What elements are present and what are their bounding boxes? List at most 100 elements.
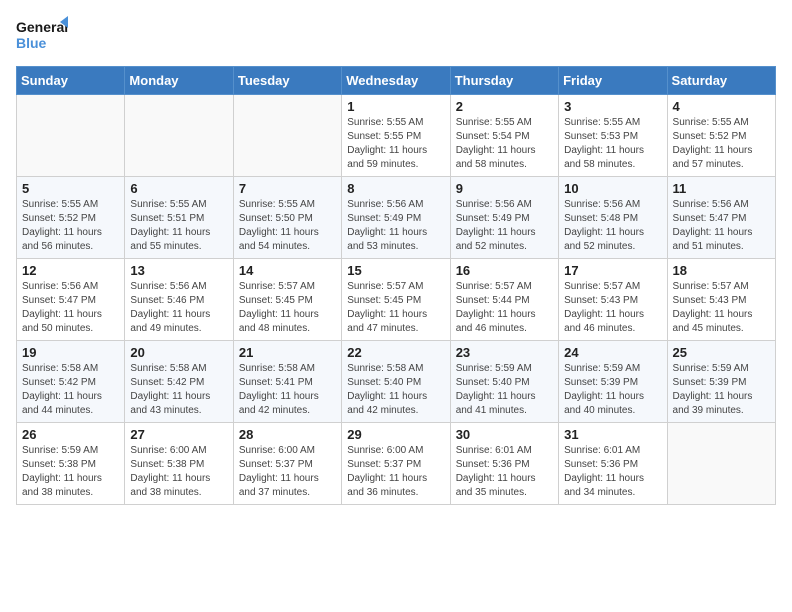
day-info: Sunrise: 5:57 AMSunset: 5:45 PMDaylight:… [347, 280, 444, 336]
day-number: 3 [564, 99, 661, 114]
day-info: Sunrise: 5:58 AMSunset: 5:40 PMDaylight:… [347, 362, 444, 418]
day-info: Sunrise: 5:55 AMSunset: 5:51 PMDaylight:… [130, 198, 227, 254]
day-info: Sunrise: 6:00 AMSunset: 5:37 PMDaylight:… [347, 444, 444, 500]
calendar-cell: 31 Sunrise: 6:01 AMSunset: 5:36 PMDayligh… [559, 423, 667, 505]
calendar-cell: 22 Sunrise: 5:58 AMSunset: 5:40 PMDayligh… [342, 341, 450, 423]
calendar-week-row: 19 Sunrise: 5:58 AMSunset: 5:42 PMDayligh… [17, 341, 776, 423]
day-number: 20 [130, 345, 227, 360]
calendar-cell: 26Sunrise: 5:59 AMSunset: 5:38 PMDayligh… [17, 423, 125, 505]
calendar-cell: 27 Sunrise: 6:00 AMSunset: 5:38 PMDayligh… [125, 423, 233, 505]
calendar-cell: 15 Sunrise: 5:57 AMSunset: 5:45 PMDayligh… [342, 259, 450, 341]
svg-text:Blue: Blue [16, 35, 47, 51]
weekday-header: Friday [559, 67, 667, 95]
day-info: Sunrise: 5:56 AMSunset: 5:48 PMDaylight:… [564, 198, 661, 254]
calendar-cell: 7Sunrise: 5:55 AMSunset: 5:50 PMDaylight… [233, 177, 341, 259]
logo: General Blue [16, 16, 68, 58]
calendar-cell: 30 Sunrise: 6:01 AMSunset: 5:36 PMDayligh… [450, 423, 558, 505]
calendar-cell: 20 Sunrise: 5:58 AMSunset: 5:42 PMDayligh… [125, 341, 233, 423]
calendar-cell: 1 Sunrise: 5:55 AMSunset: 5:55 PMDaylight… [342, 95, 450, 177]
weekday-header: Thursday [450, 67, 558, 95]
calendar-cell: 14 Sunrise: 5:57 AMSunset: 5:45 PMDayligh… [233, 259, 341, 341]
calendar-cell: 6 Sunrise: 5:55 AMSunset: 5:51 PMDaylight… [125, 177, 233, 259]
logo-svg: General Blue [16, 16, 68, 58]
weekday-header: Monday [125, 67, 233, 95]
calendar: SundayMondayTuesdayWednesdayThursdayFrid… [16, 66, 776, 505]
calendar-cell: 19 Sunrise: 5:58 AMSunset: 5:42 PMDayligh… [17, 341, 125, 423]
day-info: Sunrise: 5:57 AMSunset: 5:44 PMDaylight:… [456, 280, 553, 336]
weekday-header: Tuesday [233, 67, 341, 95]
day-number: 24 [564, 345, 661, 360]
day-number: 5 [22, 181, 119, 196]
day-number: 22 [347, 345, 444, 360]
day-number: 21 [239, 345, 336, 360]
calendar-cell: 4 Sunrise: 5:55 AMSunset: 5:52 PMDaylight… [667, 95, 775, 177]
day-info: Sunrise: 5:57 AMSunset: 5:45 PMDaylight:… [239, 280, 336, 336]
calendar-cell: 23 Sunrise: 5:59 AMSunset: 5:40 PMDayligh… [450, 341, 558, 423]
calendar-cell: 17 Sunrise: 5:57 AMSunset: 5:43 PMDayligh… [559, 259, 667, 341]
day-info: Sunrise: 5:55 AMSunset: 5:50 PMDaylight:… [239, 198, 336, 254]
calendar-week-row: 26Sunrise: 5:59 AMSunset: 5:38 PMDayligh… [17, 423, 776, 505]
calendar-cell: 9Sunrise: 5:56 AMSunset: 5:49 PMDaylight… [450, 177, 558, 259]
calendar-cell: 12 Sunrise: 5:56 AMSunset: 5:47 PMDayligh… [17, 259, 125, 341]
calendar-week-row: 5 Sunrise: 5:55 AMSunset: 5:52 PMDaylight… [17, 177, 776, 259]
day-info: Sunrise: 5:55 AMSunset: 5:52 PMDaylight:… [22, 198, 119, 254]
calendar-week-row: 1 Sunrise: 5:55 AMSunset: 5:55 PMDaylight… [17, 95, 776, 177]
day-info: Sunrise: 5:55 AMSunset: 5:54 PMDaylight:… [456, 116, 553, 172]
day-number: 6 [130, 181, 227, 196]
day-number: 12 [22, 263, 119, 278]
calendar-cell: 10 Sunrise: 5:56 AMSunset: 5:48 PMDayligh… [559, 177, 667, 259]
day-number: 1 [347, 99, 444, 114]
day-info: Sunrise: 5:57 AMSunset: 5:43 PMDaylight:… [673, 280, 770, 336]
day-info: Sunrise: 6:00 AMSunset: 5:38 PMDaylight:… [130, 444, 227, 500]
calendar-cell: 5 Sunrise: 5:55 AMSunset: 5:52 PMDaylight… [17, 177, 125, 259]
day-info: Sunrise: 5:59 AMSunset: 5:40 PMDaylight:… [456, 362, 553, 418]
day-info: Sunrise: 5:57 AMSunset: 5:43 PMDaylight:… [564, 280, 661, 336]
svg-text:General: General [16, 19, 68, 35]
day-number: 27 [130, 427, 227, 442]
day-info: Sunrise: 5:58 AMSunset: 5:42 PMDaylight:… [130, 362, 227, 418]
calendar-cell [125, 95, 233, 177]
day-number: 15 [347, 263, 444, 278]
day-number: 16 [456, 263, 553, 278]
day-info: Sunrise: 5:55 AMSunset: 5:52 PMDaylight:… [673, 116, 770, 172]
day-number: 30 [456, 427, 553, 442]
day-info: Sunrise: 5:59 AMSunset: 5:39 PMDaylight:… [673, 362, 770, 418]
weekday-header: Wednesday [342, 67, 450, 95]
day-number: 18 [673, 263, 770, 278]
day-number: 10 [564, 181, 661, 196]
day-number: 19 [22, 345, 119, 360]
day-info: Sunrise: 5:56 AMSunset: 5:47 PMDaylight:… [22, 280, 119, 336]
day-number: 31 [564, 427, 661, 442]
day-info: Sunrise: 5:55 AMSunset: 5:55 PMDaylight:… [347, 116, 444, 172]
calendar-cell [667, 423, 775, 505]
day-number: 4 [673, 99, 770, 114]
calendar-cell: 21 Sunrise: 5:58 AMSunset: 5:41 PMDayligh… [233, 341, 341, 423]
day-number: 28 [239, 427, 336, 442]
calendar-cell [233, 95, 341, 177]
day-info: Sunrise: 6:01 AMSunset: 5:36 PMDaylight:… [564, 444, 661, 500]
day-info: Sunrise: 5:55 AMSunset: 5:53 PMDaylight:… [564, 116, 661, 172]
day-info: Sunrise: 5:58 AMSunset: 5:42 PMDaylight:… [22, 362, 119, 418]
calendar-cell: 25 Sunrise: 5:59 AMSunset: 5:39 PMDayligh… [667, 341, 775, 423]
day-number: 9 [456, 181, 553, 196]
day-number: 26 [22, 427, 119, 442]
day-number: 23 [456, 345, 553, 360]
day-info: Sunrise: 6:01 AMSunset: 5:36 PMDaylight:… [456, 444, 553, 500]
weekday-header: Sunday [17, 67, 125, 95]
day-number: 17 [564, 263, 661, 278]
day-info: Sunrise: 5:59 AMSunset: 5:39 PMDaylight:… [564, 362, 661, 418]
day-number: 14 [239, 263, 336, 278]
day-info: Sunrise: 6:00 AMSunset: 5:37 PMDaylight:… [239, 444, 336, 500]
calendar-cell: 13Sunrise: 5:56 AMSunset: 5:46 PMDayligh… [125, 259, 233, 341]
calendar-week-row: 12 Sunrise: 5:56 AMSunset: 5:47 PMDayligh… [17, 259, 776, 341]
day-number: 11 [673, 181, 770, 196]
day-info: Sunrise: 5:58 AMSunset: 5:41 PMDaylight:… [239, 362, 336, 418]
calendar-cell: 3 Sunrise: 5:55 AMSunset: 5:53 PMDaylight… [559, 95, 667, 177]
day-number: 13 [130, 263, 227, 278]
day-info: Sunrise: 5:56 AMSunset: 5:49 PMDaylight:… [347, 198, 444, 254]
calendar-cell: 29Sunrise: 6:00 AMSunset: 5:37 PMDayligh… [342, 423, 450, 505]
calendar-cell: 11Sunrise: 5:56 AMSunset: 5:47 PMDayligh… [667, 177, 775, 259]
day-number: 25 [673, 345, 770, 360]
calendar-cell: 2Sunrise: 5:55 AMSunset: 5:54 PMDaylight… [450, 95, 558, 177]
page-header: General Blue [16, 16, 776, 58]
